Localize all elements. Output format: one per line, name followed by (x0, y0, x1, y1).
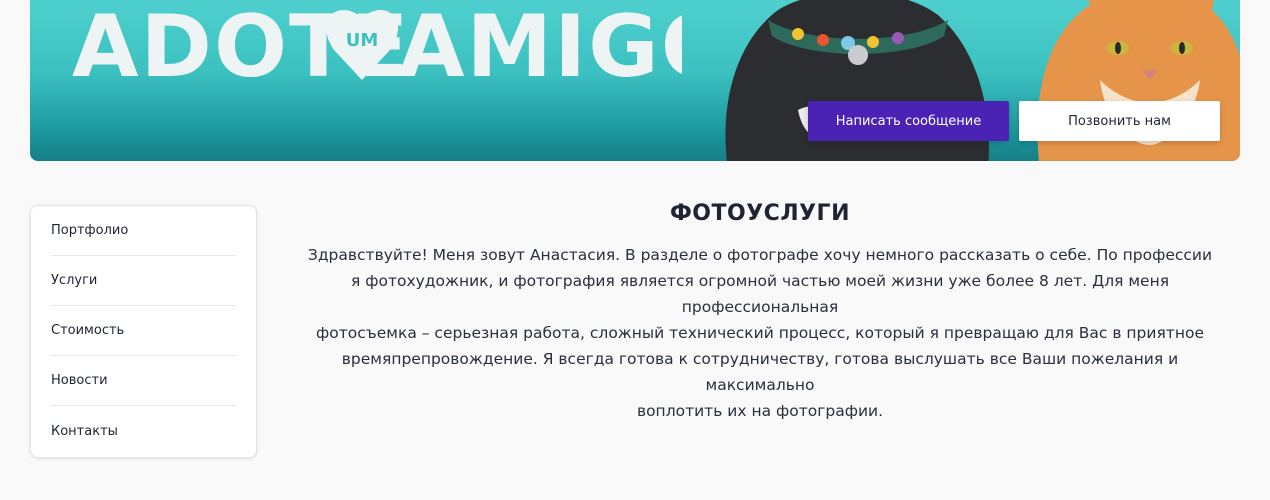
sidebar-item-pricing[interactable]: Стоимость (51, 306, 236, 356)
sidebar-menu: Портфолио Услуги Стоимость Новости Конта… (30, 205, 257, 458)
call-us-button[interactable]: Позвонить нам (1019, 101, 1220, 141)
intro-text: Здравствуйте! Меня зовут Анастасия. В ра… (290, 242, 1230, 424)
intro-line: времяпрепровождение. Я всегда готова к с… (341, 350, 1179, 394)
intro-line: фотосъемка – серьезная работа, сложный т… (316, 324, 1204, 342)
page-title: ФОТОУСЛУГИ (669, 201, 850, 226)
sidebar-item-news[interactable]: Новости (51, 356, 236, 406)
sidebar-item-portfolio[interactable]: Портфолио (51, 206, 236, 256)
hero-banner: ADOTE UM AMIGO Написать сообщение Позвон… (30, 0, 1240, 161)
intro-line: воплотить их на фотографии. (636, 402, 884, 420)
intro-line: Здравствуйте! Меня зовут Анастасия. В ра… (307, 246, 1213, 264)
adopt-a-friend-logo: ADOTE UM AMIGO (72, 0, 682, 88)
sidebar-item-contacts[interactable]: Контакты (51, 406, 236, 456)
main-content: ФОТОУСЛУГИ Здравствуйте! Меня зовут Анас… (290, 196, 1230, 424)
write-message-button[interactable]: Написать сообщение (808, 101, 1009, 141)
sidebar-item-services[interactable]: Услуги (51, 256, 236, 306)
svg-text:UM: UM (346, 30, 379, 51)
svg-text:AMIGO: AMIGO (398, 0, 682, 88)
intro-line: я фотохудожник, и фотография является ог… (350, 272, 1170, 316)
